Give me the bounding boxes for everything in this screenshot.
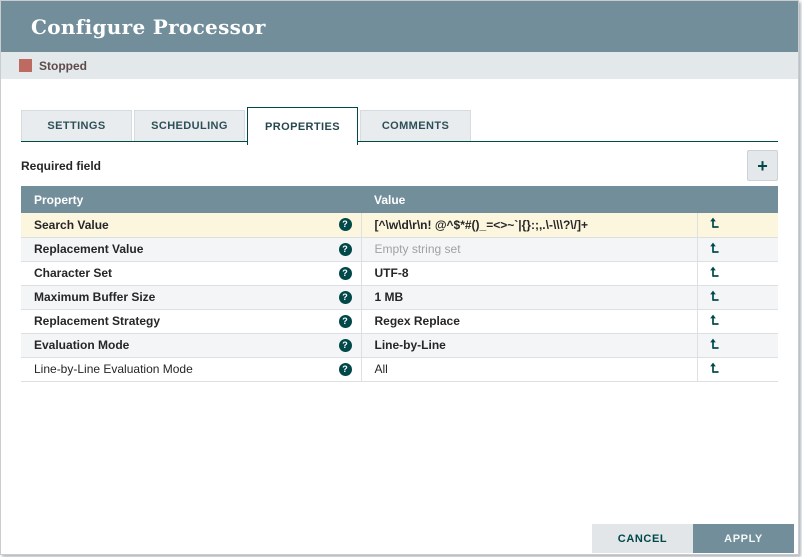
processor-status-bar: Stopped <box>1 52 798 79</box>
goto-arrow-icon[interactable] <box>710 362 721 374</box>
goto-arrow-icon[interactable] <box>710 314 721 326</box>
goto-arrow-icon[interactable] <box>710 217 721 229</box>
add-property-button[interactable]: + <box>747 150 778 181</box>
help-icon[interactable]: ? <box>339 363 352 376</box>
property-name-cell: Maximum Buffer Size? <box>21 285 361 309</box>
stopped-status-icon <box>19 59 32 72</box>
goto-cell <box>697 309 778 333</box>
tab-settings[interactable]: SETTINGS <box>21 110 132 141</box>
status-label: Stopped <box>39 59 87 73</box>
property-value-cell[interactable]: All <box>361 357 697 381</box>
property-name-cell: Replacement Value? <box>21 237 361 261</box>
help-icon[interactable]: ? <box>339 243 352 256</box>
goto-arrow-icon[interactable] <box>710 338 721 350</box>
goto-arrow-icon[interactable] <box>710 242 721 254</box>
goto-cell <box>697 261 778 285</box>
tab-scheduling-label: SCHEDULING <box>151 120 228 132</box>
property-name-cell: Line-by-Line Evaluation Mode? <box>21 357 361 381</box>
property-value-cell[interactable]: Line-by-Line <box>361 333 697 357</box>
property-value-text: Regex Replace <box>375 314 460 328</box>
table-header-row: Property Value <box>21 186 778 213</box>
apply-button[interactable]: APPLY <box>693 524 794 553</box>
tab-comments-label: COMMENTS <box>382 120 449 132</box>
property-value-text: All <box>375 362 388 376</box>
property-value-cell[interactable]: Empty string set <box>361 237 697 261</box>
property-name-cell: Replacement Strategy? <box>21 309 361 333</box>
properties-table: Property Value Search Value? [^\w\d\r\n! … <box>21 186 778 382</box>
property-name-label: Replacement Value <box>34 242 143 256</box>
property-value-cell[interactable]: [^\w\d\r\n! @^$*#()_=<>~`|{}:;,.\-\\\?\/… <box>361 213 697 237</box>
property-name-label: Evaluation Mode <box>34 338 129 352</box>
property-name-label: Character Set <box>34 266 112 280</box>
help-icon[interactable]: ? <box>339 291 352 304</box>
property-value-text: Line-by-Line <box>375 338 446 352</box>
tab-properties-label: PROPERTIES <box>265 121 340 133</box>
table-row[interactable]: Evaluation Mode? Line-by-Line <box>21 333 778 357</box>
cancel-button[interactable]: CANCEL <box>592 524 693 553</box>
table-row[interactable]: Replacement Value? Empty string set <box>21 237 778 261</box>
property-value-cell[interactable]: 1 MB <box>361 285 697 309</box>
column-header-actions <box>697 186 778 213</box>
property-value-text: 1 MB <box>375 290 404 304</box>
table-row[interactable]: Search Value? [^\w\d\r\n! @^$*#()_=<>~`|{… <box>21 213 778 237</box>
help-icon[interactable]: ? <box>339 315 352 328</box>
goto-cell <box>697 357 778 381</box>
tab-scheduling[interactable]: SCHEDULING <box>134 110 245 141</box>
goto-arrow-icon[interactable] <box>710 290 721 302</box>
tab-bar: SETTINGS SCHEDULING PROPERTIES COMMENTS <box>21 103 778 142</box>
goto-cell <box>697 213 778 237</box>
property-name-cell: Evaluation Mode? <box>21 333 361 357</box>
goto-cell <box>697 237 778 261</box>
configure-processor-dialog: Configure Processor Stopped SETTINGS SCH… <box>0 0 799 555</box>
tab-properties[interactable]: PROPERTIES <box>247 107 358 145</box>
property-value-text: [^\w\d\r\n! @^$*#()_=<>~`|{}:;,.\-\\\?\/… <box>375 218 588 232</box>
tab-settings-label: SETTINGS <box>47 120 105 132</box>
help-icon[interactable]: ? <box>339 218 352 231</box>
properties-toolbar: Required field + <box>21 149 778 182</box>
required-field-label: Required field <box>21 159 101 173</box>
column-header-property: Property <box>21 186 361 213</box>
dialog-footer: CANCEL APPLY <box>592 524 794 553</box>
dialog-header: Configure Processor <box>1 1 798 52</box>
table-row[interactable]: Character Set? UTF-8 <box>21 261 778 285</box>
property-name-label: Maximum Buffer Size <box>34 290 155 304</box>
property-name-label: Line-by-Line Evaluation Mode <box>34 362 193 376</box>
property-name-label: Search Value <box>34 218 109 232</box>
property-value-text: UTF-8 <box>375 266 409 280</box>
goto-cell <box>697 285 778 309</box>
property-value-cell[interactable]: Regex Replace <box>361 309 697 333</box>
tab-comments[interactable]: COMMENTS <box>360 110 471 141</box>
table-row[interactable]: Line-by-Line Evaluation Mode? All <box>21 357 778 381</box>
goto-cell <box>697 333 778 357</box>
property-name-cell: Character Set? <box>21 261 361 285</box>
property-value-text: Empty string set <box>375 242 461 256</box>
help-icon[interactable]: ? <box>339 339 352 352</box>
property-name-cell: Search Value? <box>21 213 361 237</box>
help-icon[interactable]: ? <box>339 267 352 280</box>
properties-table-body: Search Value? [^\w\d\r\n! @^$*#()_=<>~`|{… <box>21 213 778 381</box>
column-header-value: Value <box>361 186 697 213</box>
property-value-cell[interactable]: UTF-8 <box>361 261 697 285</box>
dialog-content: SETTINGS SCHEDULING PROPERTIES COMMENTS … <box>1 103 798 382</box>
table-row[interactable]: Replacement Strategy? Regex Replace <box>21 309 778 333</box>
dialog-title: Configure Processor <box>31 15 266 39</box>
table-row[interactable]: Maximum Buffer Size? 1 MB <box>21 285 778 309</box>
property-name-label: Replacement Strategy <box>34 314 160 328</box>
goto-arrow-icon[interactable] <box>710 266 721 278</box>
